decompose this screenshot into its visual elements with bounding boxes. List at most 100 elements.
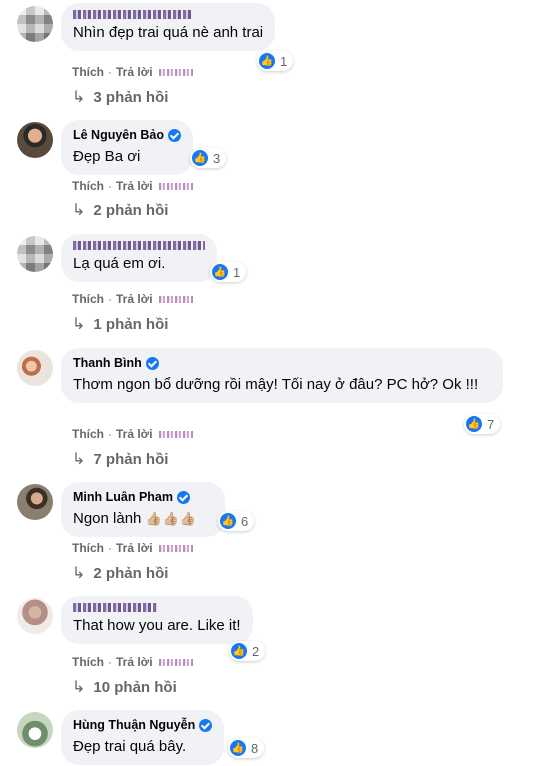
verified-badge-icon (168, 128, 181, 142)
commenter-name-text: Lê Nguyên Bảo (73, 128, 164, 142)
like-icon: 👍 (230, 740, 246, 756)
reaction-number: 8 (251, 740, 259, 756)
reaction-number: 2 (252, 643, 260, 659)
comment-actions: Thích · Trả lời (72, 64, 193, 80)
comment-bubble: Nhìn đẹp trai quá nè anh trai (61, 3, 276, 51)
replies-count: 10 phản hồi (93, 679, 177, 696)
comment-bubble: That how you are. Like it! (61, 596, 253, 644)
reaction-count[interactable]: 👍 3 (190, 148, 227, 168)
replies-count: 1 phản hồi (93, 316, 169, 333)
commenter-name[interactable]: Minh Luân Pham (73, 489, 213, 505)
comment-bubble: Lê Nguyên Bảo Đẹp Ba ơi (61, 120, 193, 175)
reaction-count[interactable]: 👍 2 (229, 641, 266, 661)
reply-arrow-icon: ↳ (72, 316, 86, 333)
like-action[interactable]: Thích (72, 540, 104, 556)
comment-actions: Thích · Trả lời (72, 426, 193, 442)
reaction-count[interactable]: 👍 6 (218, 511, 255, 531)
like-icon: 👍 (231, 643, 247, 659)
like-icon: 👍 (466, 416, 482, 432)
comment-actions: Thích · Trả lời (72, 178, 193, 194)
view-replies-link[interactable]: ↳ 3 phản hồi (72, 88, 168, 108)
like-icon: 👍 (259, 53, 275, 69)
view-replies-link[interactable]: ↳ 10 phản hồi (72, 678, 177, 698)
like-action[interactable]: Thích (72, 64, 104, 80)
reaction-number: 1 (280, 53, 288, 69)
replies-count: 2 phản hồi (93, 565, 169, 582)
verified-badge-icon (145, 356, 159, 370)
reply-action[interactable]: Trả lời (116, 291, 153, 307)
reply-arrow-icon: ↳ (72, 679, 86, 696)
comment-text-body: Ngon lành (73, 510, 142, 527)
like-icon: 👍 (220, 513, 236, 529)
thumbs-up-emoji: 👍🏼👍🏼👍🏼 (145, 511, 198, 526)
commenter-name[interactable] (73, 241, 205, 250)
replies-count: 3 phản hồi (93, 89, 169, 106)
separator: · (108, 427, 112, 441)
avatar[interactable] (17, 122, 53, 158)
commenter-name[interactable]: Hùng Thuận Nguyễn (73, 717, 213, 733)
avatar[interactable] (17, 350, 53, 386)
commenter-name[interactable] (73, 603, 241, 612)
commenter-name-text: Thanh Bình (73, 356, 142, 370)
avatar[interactable] (17, 712, 53, 748)
avatar[interactable] (17, 484, 53, 520)
like-icon: 👍 (212, 264, 228, 280)
avatar[interactable] (17, 236, 53, 272)
avatar[interactable] (17, 6, 53, 42)
commenter-name[interactable] (73, 10, 263, 19)
comment-actions: Thích · Trả lời (72, 654, 193, 670)
timestamp-blurred[interactable] (158, 430, 193, 438)
avatar[interactable] (17, 598, 53, 634)
reply-action[interactable]: Trả lời (116, 64, 153, 80)
timestamp-blurred[interactable] (158, 658, 193, 666)
reply-action[interactable]: Trả lời (116, 654, 153, 670)
separator: · (108, 179, 112, 193)
like-action[interactable]: Thích (72, 426, 104, 442)
like-action[interactable]: Thích (72, 291, 104, 307)
separator: · (108, 541, 112, 555)
comment-actions: Thích · Trả lời (72, 291, 193, 307)
like-action[interactable]: Thích (72, 654, 104, 670)
timestamp-blurred[interactable] (158, 295, 193, 303)
comment-bubble: Hùng Thuận Nguyễn Đẹp trai quá bây. (61, 710, 225, 765)
commenter-name-text: Minh Luân Pham (73, 490, 173, 504)
view-replies-link[interactable]: ↳ 1 phản hồi (72, 315, 168, 335)
comment-bubble: Thanh Bình Thơm ngon bổ dưỡng rồi mậy! T… (61, 348, 503, 403)
comment-text: Ngon lành 👍🏼👍🏼👍🏼 (73, 509, 213, 529)
verified-badge-icon (199, 718, 213, 732)
comment-text: Đẹp Ba ơi (73, 148, 141, 165)
view-replies-link[interactable]: ↳ 7 phản hồi (72, 450, 168, 470)
commenter-name[interactable]: Lê Nguyên Bảo (73, 127, 181, 143)
timestamp-blurred[interactable] (158, 182, 193, 190)
view-replies-link[interactable]: ↳ 2 phản hồi (72, 564, 168, 584)
comment-text: Nhìn đẹp trai quá nè anh trai (73, 24, 264, 41)
comment-bubble: Minh Luân Pham Ngon lành 👍🏼👍🏼👍🏼 (61, 482, 225, 537)
reaction-count[interactable]: 👍 1 (210, 262, 247, 282)
like-icon: 👍 (192, 150, 208, 166)
replies-count: 7 phản hồi (93, 451, 169, 468)
reaction-count[interactable]: 👍 8 (228, 738, 265, 758)
blurred-name (73, 241, 205, 250)
comment-text: Lạ quá em ơi. (73, 255, 166, 272)
reply-action[interactable]: Trả lời (116, 426, 153, 442)
reaction-number: 7 (487, 416, 495, 432)
timestamp-blurred[interactable] (158, 68, 193, 76)
like-action[interactable]: Thích (72, 178, 104, 194)
view-replies-link[interactable]: ↳ 2 phản hồi (72, 201, 168, 221)
reaction-count[interactable]: 👍 1 (257, 51, 294, 71)
comment-text: Đẹp trai quá bây. (73, 738, 187, 755)
separator: · (108, 65, 112, 79)
reply-action[interactable]: Trả lời (116, 540, 153, 556)
reaction-number: 1 (233, 264, 241, 280)
separator: · (108, 655, 112, 669)
reply-arrow-icon: ↳ (72, 89, 86, 106)
reaction-count[interactable]: 👍 7 (464, 414, 501, 434)
replies-count: 2 phản hồi (93, 202, 169, 219)
reply-action[interactable]: Trả lời (116, 178, 153, 194)
verified-badge-icon (177, 490, 190, 504)
reaction-number: 6 (241, 513, 249, 529)
comment-actions: Thích · Trả lời (72, 540, 193, 556)
reply-arrow-icon: ↳ (72, 451, 86, 468)
commenter-name[interactable]: Thanh Bình (73, 355, 491, 371)
timestamp-blurred[interactable] (158, 544, 193, 552)
